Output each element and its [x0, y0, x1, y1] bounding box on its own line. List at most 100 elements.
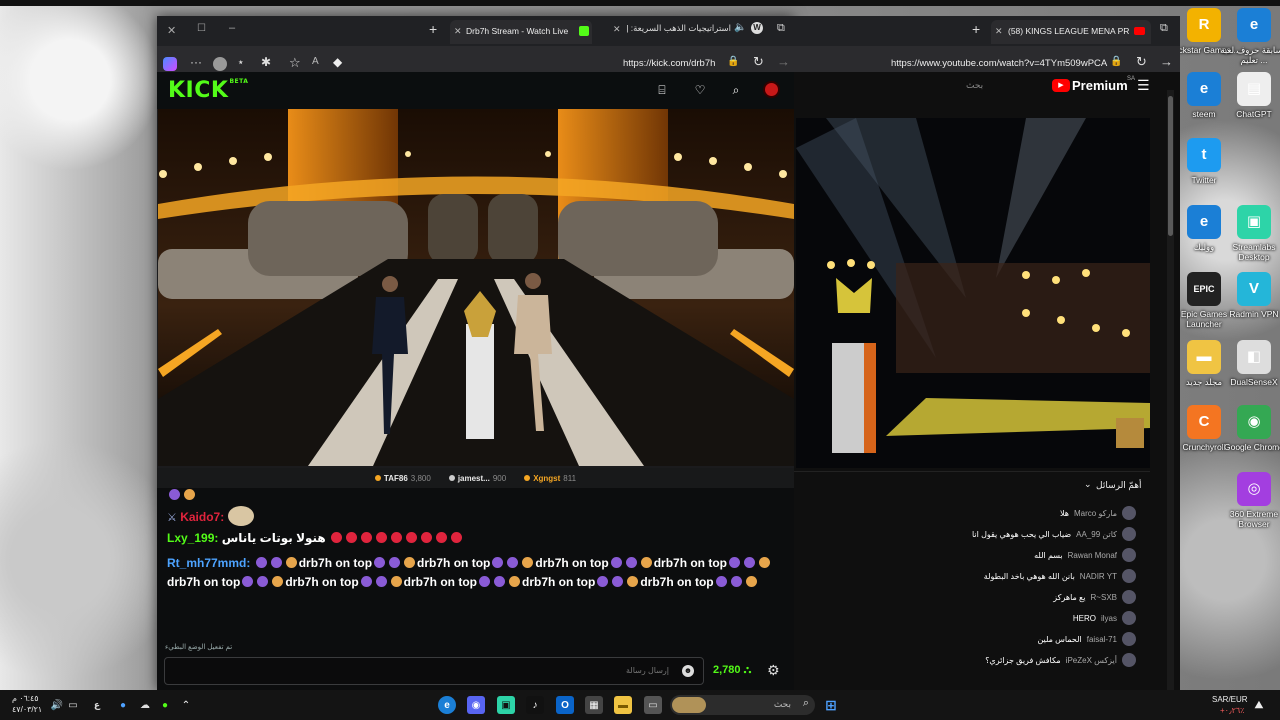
- tab-close-icon[interactable]: ✕: [454, 26, 462, 37]
- streamlabs-shortcut[interactable]: ▣ Streamlabs Desktop: [1217, 205, 1280, 262]
- radmin-vpn-shortcut[interactable]: V Radmin VPN: [1217, 272, 1280, 319]
- hamburger-menu-icon[interactable]: ☰: [1137, 77, 1150, 94]
- yt-forward-icon[interactable]: →: [1160, 54, 1173, 69]
- more-icon[interactable]: ···: [190, 55, 202, 69]
- gifter-3[interactable]: Xgngst 811: [524, 474, 576, 483]
- chat-username[interactable]: Lxy_199:: [167, 531, 218, 545]
- user-avatar[interactable]: [763, 81, 780, 98]
- desktop-icon-label: Streamlabs Desktop: [1232, 242, 1276, 262]
- yt-new-tab-icon[interactable]: +: [972, 21, 980, 37]
- youtube-logo-icon[interactable]: ▶: [1052, 79, 1070, 92]
- avatar[interactable]: [1122, 548, 1136, 562]
- avatar[interactable]: [1122, 632, 1136, 646]
- yt-url[interactable]: https://www.youtube.com/watch?v=4TYm509w…: [891, 58, 1107, 69]
- tab-kick-stream[interactable]: ✕ Drb7h Stream - Watch Live: [450, 20, 592, 44]
- yt-chat-author[interactable]: ماركو Marco: [1074, 509, 1117, 518]
- yt-video-player[interactable]: [796, 118, 1150, 468]
- search-icon[interactable]: ⌕: [728, 82, 744, 98]
- gifter-1[interactable]: TAF86 3,800: [374, 474, 431, 483]
- reload-icon[interactable]: ↻: [753, 54, 764, 70]
- kick-chat-feed[interactable]: ⚔ Kaido7: Lxy_199: هنولا بوتات ياناس Rt_…: [157, 488, 794, 643]
- currency-pair[interactable]: SAR/EUR: [1212, 695, 1248, 704]
- yt-chat-author[interactable]: Rawan Monaf: [1068, 551, 1117, 560]
- avatar[interactable]: [1122, 590, 1136, 604]
- yt-chat-author[interactable]: أيزكس iPeZeX: [1066, 656, 1117, 665]
- tiktok-taskbar-icon[interactable]: ♪: [526, 696, 544, 714]
- profile-icon[interactable]: [213, 57, 227, 71]
- chatgpt-file-shortcut[interactable]: ▤ ChatGPT: [1217, 72, 1280, 119]
- avatar[interactable]: [1122, 611, 1136, 625]
- edge-taskbar-icon[interactable]: e: [438, 696, 456, 714]
- tab-gold-label[interactable]: استراتيجيات الذهب السريعة: [...: [627, 23, 731, 34]
- gifter-2[interactable]: jamest... 900: [448, 474, 506, 483]
- kick-logo[interactable]: KICKBETA: [168, 78, 248, 103]
- 360-browser-shortcut[interactable]: ◎ 360 Extreme Browser: [1217, 472, 1280, 529]
- avatar[interactable]: [1122, 653, 1136, 667]
- currency-chart-icon[interactable]: ⛰: [1250, 696, 1268, 714]
- copilot-icon[interactable]: [163, 57, 177, 71]
- yt-chat-message: R~SXB يع ماهركز: [1053, 590, 1136, 604]
- taskbar-search[interactable]: بحث ⌕: [670, 695, 815, 715]
- tab-youtube[interactable]: ✕ (58) KINGS LEAGUE MENA PRESE: [991, 20, 1151, 44]
- forward-icon[interactable]: →: [777, 54, 790, 69]
- yt-scrollbar[interactable]: [1167, 90, 1174, 690]
- minimize-icon[interactable]: –: [229, 22, 235, 34]
- emote-icon: [715, 576, 727, 587]
- tray-expand-icon[interactable]: ⌃: [177, 696, 195, 714]
- avatar[interactable]: [1122, 506, 1136, 520]
- clock-date[interactable]: ٤٧/٠٣/٢١: [12, 705, 42, 714]
- yt-chat-author[interactable]: ilyas: [1101, 614, 1117, 623]
- display-icon[interactable]: ▭: [64, 696, 82, 714]
- read-aloud-icon[interactable]: A: [312, 56, 319, 67]
- maximize-icon[interactable]: ☐: [197, 23, 206, 34]
- chrome-shortcut[interactable]: ◉ Google Chrome: [1217, 405, 1280, 452]
- avatar[interactable]: [1122, 527, 1136, 541]
- yt-reload-icon[interactable]: ↻: [1136, 54, 1147, 70]
- yt-chat-author[interactable]: NADIR YT: [1080, 572, 1117, 581]
- collections-icon[interactable]: ⋆: [237, 55, 245, 69]
- yt-chat-author[interactable]: R~SXB: [1091, 593, 1117, 602]
- discord-taskbar-icon[interactable]: ◉: [467, 696, 485, 714]
- clock-time[interactable]: ٠٦:٤٥ م: [12, 694, 39, 703]
- chat-input[interactable]: إرسال رسالة ☻: [164, 657, 704, 685]
- chat-settings-icon[interactable]: ⚙: [767, 662, 780, 679]
- premium-label[interactable]: Premium: [1072, 78, 1128, 93]
- language-icon[interactable]: ع: [88, 696, 106, 714]
- top-chat-label[interactable]: أهمّ الرسائل: [1096, 480, 1142, 491]
- yt-chat-author[interactable]: كاتن AA_99: [1076, 530, 1117, 539]
- yt-window-icon[interactable]: ⧉: [1160, 22, 1168, 35]
- streamlabs-taskbar-icon[interactable]: ▣: [497, 696, 515, 714]
- chat-username[interactable]: Kaido7:: [180, 510, 224, 524]
- new-tab-icon[interactable]: +: [429, 21, 437, 37]
- kick-video-player[interactable]: [158, 109, 794, 466]
- cloud-icon[interactable]: ☁: [136, 696, 154, 714]
- edge-shortcut-shortcut[interactable]: e مسابقة حروف لعبة تعليم ...: [1217, 8, 1280, 65]
- yt-tab-close-icon[interactable]: ✕: [995, 26, 1003, 37]
- yt-chat-author[interactable]: faisal-71: [1087, 635, 1117, 644]
- yt-search-placeholder[interactable]: بحث: [966, 80, 983, 91]
- tray-app-icon[interactable]: ●: [156, 696, 174, 714]
- chat-placeholder: إرسال رسالة: [626, 666, 669, 675]
- kick-url[interactable]: https://kick.com/drb7h: [623, 58, 715, 69]
- windows-start-icon[interactable]: ⊞: [822, 696, 840, 714]
- tag-icon[interactable]: ◆: [333, 55, 342, 69]
- yt-live-chat[interactable]: ماركو Marco هلا كاتن AA_99 ضياب الي يحب هوه…: [794, 506, 1150, 690]
- tab-actions-icon[interactable]: ⧉: [777, 22, 785, 35]
- yt-scroll-thumb[interactable]: [1168, 96, 1173, 236]
- tab-close-icon-2[interactable]: ✕: [613, 24, 621, 35]
- extensions-icon[interactable]: ✱: [261, 55, 271, 69]
- store-taskbar-icon[interactable]: ▦: [585, 696, 603, 714]
- close-window-icon[interactable]: ✕: [167, 24, 176, 37]
- chevron-down-icon[interactable]: ⌄: [1084, 479, 1092, 490]
- gift-icon[interactable]: ⌸: [654, 82, 670, 98]
- microphone-icon[interactable]: ●: [114, 696, 132, 714]
- avatar[interactable]: [1122, 569, 1136, 583]
- outlook-taskbar-icon[interactable]: O: [556, 696, 574, 714]
- dualsensex-shortcut[interactable]: ◧ DualSenseX: [1217, 340, 1280, 387]
- favorite-icon[interactable]: ☆: [289, 55, 301, 71]
- heart-icon[interactable]: ♡: [692, 82, 708, 98]
- emoji-picker-icon[interactable]: ☻: [682, 665, 694, 677]
- folder-taskbar-icon[interactable]: ▬: [614, 696, 632, 714]
- chat-username[interactable]: Rt_mh77mmd:: [167, 556, 250, 570]
- app-taskbar-icon[interactable]: ▭: [644, 696, 662, 714]
